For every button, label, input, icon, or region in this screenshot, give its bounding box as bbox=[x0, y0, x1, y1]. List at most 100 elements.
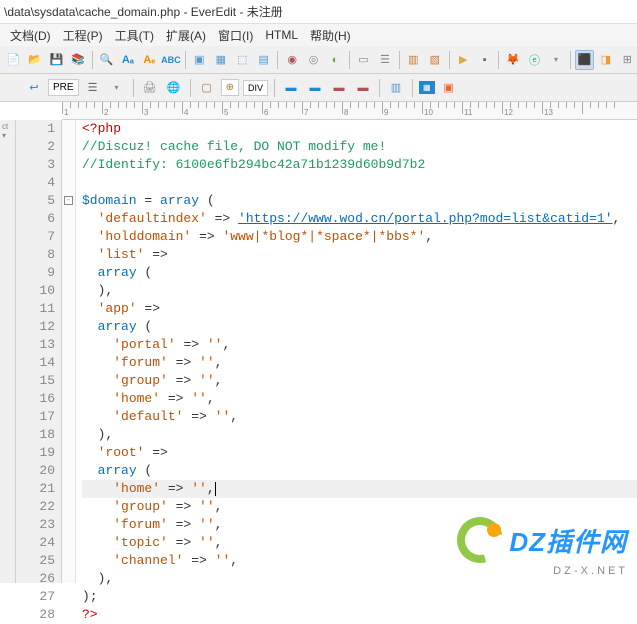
menu-item[interactable]: 窗口(I) bbox=[212, 25, 259, 46]
separator bbox=[133, 79, 134, 97]
code-line[interactable]: 'app' => bbox=[82, 300, 637, 318]
find-next-icon[interactable]: Aₑ bbox=[140, 50, 159, 70]
block-paste-icon[interactable]: ▤ bbox=[254, 50, 273, 70]
run-icon[interactable]: ▶ bbox=[453, 50, 472, 70]
toolbar-html: ↩ PRE ☰ ▾ 🖨 🌐 ▢ ⊕ DIV ▬ ▬ ▬ ▬ ▥ ▦ ▣ bbox=[0, 74, 637, 102]
title-bar: \data\sysdata\cache_domain.php - EverEdi… bbox=[0, 0, 637, 24]
separator bbox=[349, 51, 350, 69]
code-line[interactable]: 'group' => '', bbox=[82, 372, 637, 390]
link-icon[interactable]: ◐ bbox=[325, 50, 344, 70]
save-icon[interactable]: 💾 bbox=[47, 50, 66, 70]
code-line[interactable]: ), bbox=[82, 282, 637, 300]
share-icon[interactable]: ◎ bbox=[304, 50, 323, 70]
menu-item[interactable]: 帮助(H) bbox=[304, 25, 357, 46]
color2-icon[interactable]: ▬ bbox=[305, 78, 325, 98]
list-icon[interactable]: ☰ bbox=[83, 78, 103, 98]
menu-item[interactable]: HTML bbox=[259, 26, 304, 44]
separator bbox=[185, 51, 186, 69]
code-line[interactable]: ?> bbox=[82, 606, 637, 624]
watermark-sub: D Z - X . N E T bbox=[553, 565, 625, 577]
separator bbox=[412, 79, 413, 97]
firefox-icon[interactable]: 🦊 bbox=[503, 50, 522, 70]
code-line[interactable]: <?php bbox=[82, 120, 637, 138]
code-line[interactable]: 'topic' => '', bbox=[82, 534, 637, 552]
check-icon[interactable]: ▣ bbox=[439, 78, 459, 98]
code-line[interactable]: //Discuz! cache file, DO NOT modify me! bbox=[82, 138, 637, 156]
menu-item[interactable]: 扩展(A) bbox=[160, 25, 212, 46]
window-icon[interactable]: ▭ bbox=[354, 50, 373, 70]
editor: ct ▾ 12345678910111213141516171819202122… bbox=[0, 120, 637, 583]
replace-icon[interactable]: Aₐ bbox=[118, 50, 137, 70]
find-files-icon[interactable]: ABC bbox=[161, 50, 181, 70]
code-line[interactable]: ), bbox=[82, 426, 637, 444]
text-cursor bbox=[215, 482, 216, 496]
separator bbox=[498, 51, 499, 69]
side-panel: ct ▾ bbox=[0, 120, 16, 583]
separator bbox=[399, 51, 400, 69]
block-end-icon[interactable]: ▦ bbox=[211, 50, 230, 70]
terminal-icon[interactable]: ▪ bbox=[475, 50, 494, 70]
save-all-icon[interactable]: 📚 bbox=[68, 50, 87, 70]
div-button[interactable]: DIV bbox=[243, 80, 268, 96]
code-line[interactable]: 'holddomain' => 'www|*blog*|*space*|*bbs… bbox=[82, 228, 637, 246]
fold-column: - bbox=[62, 120, 76, 583]
panel-icon[interactable]: ☰ bbox=[375, 50, 394, 70]
code-line[interactable]: 'forum' => '', bbox=[82, 354, 637, 372]
code-line[interactable]: 'list' => bbox=[82, 246, 637, 264]
code-line[interactable]: 'home' => '', bbox=[82, 480, 637, 498]
menu-item[interactable]: 工具(T) bbox=[109, 25, 160, 46]
pre-button[interactable]: PRE bbox=[48, 79, 79, 96]
code-area[interactable]: <?php//Discuz! cache file, DO NOT modify… bbox=[76, 120, 637, 583]
wrap-icon[interactable]: ↩ bbox=[24, 78, 44, 98]
new-file-icon[interactable]: 📄 bbox=[4, 50, 23, 70]
code-line[interactable]: 'root' => bbox=[82, 444, 637, 462]
layout1-icon[interactable]: ⬛ bbox=[575, 50, 595, 70]
globe-icon[interactable]: 🌐 bbox=[164, 78, 184, 98]
separator bbox=[190, 79, 191, 97]
code-line[interactable]: 'portal' => '', bbox=[82, 336, 637, 354]
color3-icon[interactable]: ▬ bbox=[329, 78, 349, 98]
window-title: \data\sysdata\cache_domain.php - EverEdi… bbox=[4, 3, 283, 20]
toolbar-main: 📄 📂 💾 📚 🔍 Aₐ Aₑ ABC ▣ ▦ ⬚ ▤ ◉ ◎ ◐ ▭ ☰ ▥ … bbox=[0, 46, 637, 74]
code-line[interactable]: array ( bbox=[82, 318, 637, 336]
code-line[interactable]: ); bbox=[82, 588, 637, 606]
dropdown2-icon[interactable]: ▾ bbox=[107, 78, 127, 98]
tool2-icon[interactable]: ▧ bbox=[425, 50, 444, 70]
block-start-icon[interactable]: ▣ bbox=[190, 50, 209, 70]
tool1-icon[interactable]: ▥ bbox=[404, 50, 423, 70]
menu-bar: 文档(D)工程(P)工具(T)扩展(A)窗口(I)HTML帮助(H) bbox=[0, 24, 637, 46]
code-line[interactable]: 'default' => '', bbox=[82, 408, 637, 426]
tag-button[interactable]: ⊕ bbox=[221, 79, 239, 96]
color4-icon[interactable]: ▬ bbox=[353, 78, 373, 98]
html-badge[interactable]: ▦ bbox=[419, 81, 435, 94]
layout3-icon[interactable]: ⊞ bbox=[618, 50, 637, 70]
separator bbox=[277, 51, 278, 69]
open-file-icon[interactable]: 📂 bbox=[25, 50, 44, 70]
weibo-icon[interactable]: ◉ bbox=[282, 50, 301, 70]
code-line[interactable]: 'group' => '', bbox=[82, 498, 637, 516]
ruler: 12345678910111213 bbox=[62, 102, 637, 120]
separator bbox=[379, 79, 380, 97]
code-line[interactable]: 'forum' => '', bbox=[82, 516, 637, 534]
print-icon[interactable]: 🖨 bbox=[140, 78, 160, 98]
code-line[interactable] bbox=[82, 174, 637, 192]
layout2-icon[interactable]: ◨ bbox=[596, 50, 615, 70]
code-line[interactable]: $domain = array ( bbox=[82, 192, 637, 210]
code-line[interactable]: array ( bbox=[82, 462, 637, 480]
code-line[interactable]: array ( bbox=[82, 264, 637, 282]
find-icon[interactable]: 🔍 bbox=[97, 50, 116, 70]
image-icon[interactable]: ▥ bbox=[386, 78, 406, 98]
separator bbox=[92, 51, 93, 69]
color1-icon[interactable]: ▬ bbox=[281, 78, 301, 98]
box-icon[interactable]: ▢ bbox=[197, 78, 217, 98]
dropdown-icon[interactable]: ▾ bbox=[546, 50, 565, 70]
separator bbox=[570, 51, 571, 69]
ie-icon[interactable]: ⓔ bbox=[525, 50, 544, 70]
block-copy-icon[interactable]: ⬚ bbox=[233, 50, 252, 70]
code-line[interactable]: 'home' => '', bbox=[82, 390, 637, 408]
code-line[interactable]: 'defaultindex' => 'https://www.wod.cn/po… bbox=[82, 210, 637, 228]
menu-item[interactable]: 文档(D) bbox=[4, 25, 57, 46]
code-line[interactable]: //Identify: 6100e6fb294bc42a71b1239d60b9… bbox=[82, 156, 637, 174]
fold-toggle[interactable]: - bbox=[64, 196, 73, 205]
menu-item[interactable]: 工程(P) bbox=[57, 25, 109, 46]
